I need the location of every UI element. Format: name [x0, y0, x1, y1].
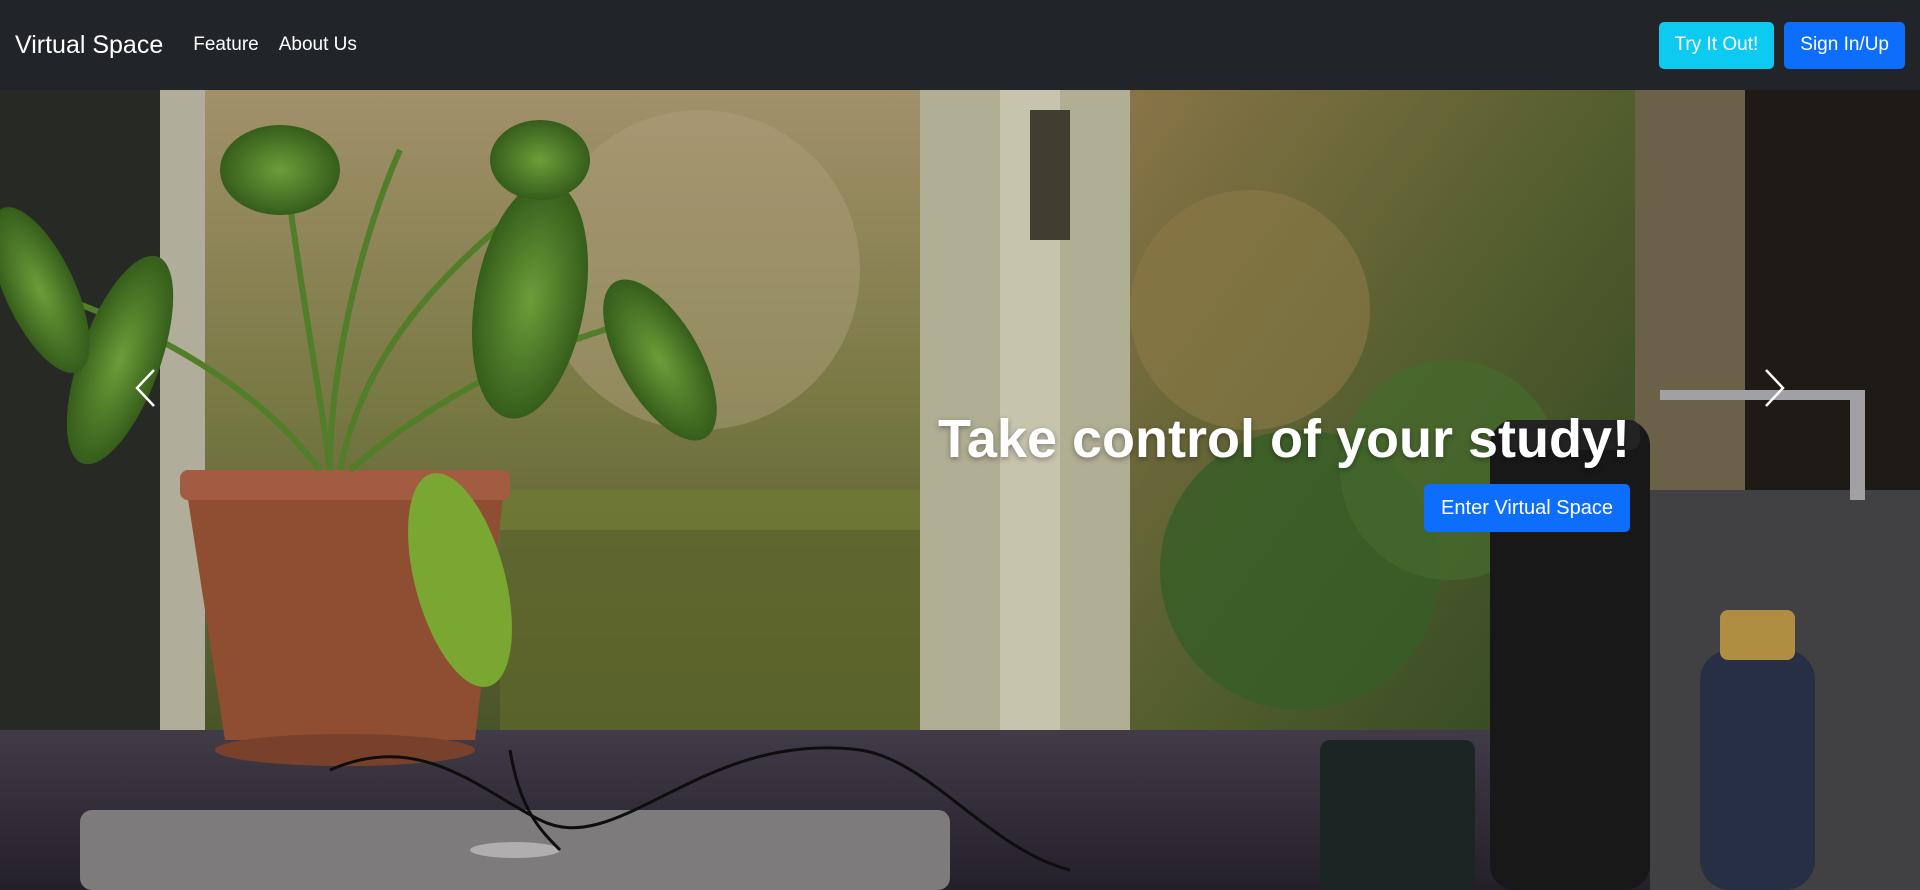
try-it-out-button[interactable]: Try It Out! — [1658, 21, 1775, 69]
chevron-left-icon — [134, 368, 156, 413]
top-navbar: Virtual Space Feature About Us Try It Ou… — [0, 0, 1920, 90]
carousel-next-button[interactable] — [1740, 355, 1810, 425]
nav-link-about-us[interactable]: About Us — [279, 34, 357, 56]
hero-carousel: Take control of your study! Enter Virtua… — [0, 90, 1920, 890]
hero-title: Take control of your study! — [937, 409, 1630, 469]
sign-in-up-button[interactable]: Sign In/Up — [1784, 21, 1905, 69]
navbar-actions: Try It Out! Sign In/Up — [1658, 21, 1905, 69]
carousel-prev-button[interactable] — [110, 355, 180, 425]
enter-virtual-space-button[interactable]: Enter Virtual Space — [1424, 484, 1630, 532]
chevron-right-icon — [1764, 368, 1786, 413]
nav-link-feature[interactable]: Feature — [193, 34, 258, 56]
brand-link[interactable]: Virtual Space — [15, 31, 163, 60]
hero-caption: Take control of your study! Enter Virtua… — [938, 408, 1630, 532]
